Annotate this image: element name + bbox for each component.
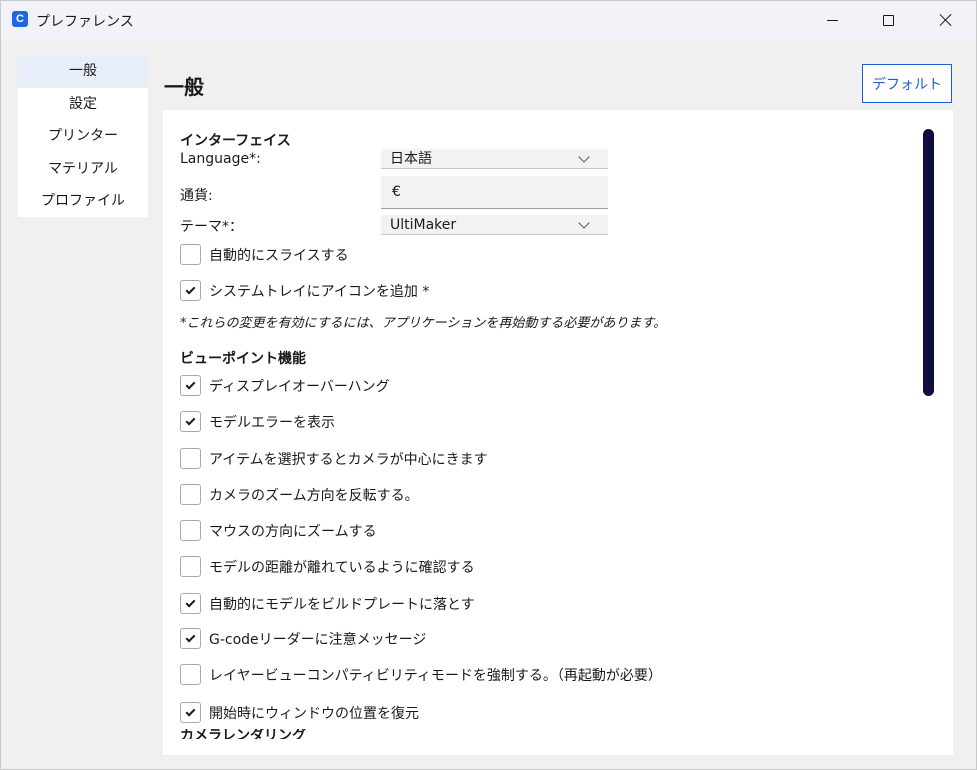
option-label: カメラのズーム方向を反転する。 <box>209 487 419 504</box>
checkbox-box <box>180 702 201 723</box>
window-title: プレファレンス <box>36 14 134 30</box>
option-label: モデルエラーを表示 <box>209 414 335 431</box>
checkbox-box <box>180 411 201 432</box>
sidebar-item-printers[interactable]: プリンター <box>18 120 148 153</box>
sidebar: 一般 設定 プリンター マテリアル プロファイル <box>18 55 148 217</box>
close-button[interactable] <box>918 1 974 39</box>
sidebar-item-general[interactable]: 一般 <box>18 55 148 88</box>
language-value: 日本語 <box>390 151 432 167</box>
checkmark-icon <box>185 415 196 426</box>
checkbox-box <box>180 556 201 577</box>
option-label: G-codeリーダーに注意メッセージ <box>209 631 427 648</box>
option-label: ディスプレイオーバーハング <box>209 378 390 395</box>
maximize-button[interactable] <box>860 1 916 39</box>
checkmark-icon <box>185 706 196 717</box>
restart-note: *これらの変更を有効にするには、アプリケーションを再始動する必要があります。 <box>180 316 667 331</box>
minimize-icon <box>826 19 838 21</box>
display-overhang-checkbox[interactable]: ディスプレイオーバーハング <box>180 375 390 396</box>
theme-select[interactable]: UltiMaker <box>381 215 608 235</box>
default-button[interactable]: デフォルト <box>862 64 952 103</box>
camera-rendering-header: カメラレンダリング <box>180 729 306 739</box>
gcode-warning-checkbox[interactable]: G-codeリーダーに注意メッセージ <box>180 628 426 649</box>
chevron-down-icon <box>578 151 590 163</box>
invert-zoom-checkbox[interactable]: カメラのズーム方向を反転する。 <box>180 484 419 505</box>
checkmark-icon <box>185 632 196 643</box>
language-label: Language*: <box>180 151 261 167</box>
show-model-errors-checkbox[interactable]: モデルエラーを表示 <box>180 411 335 432</box>
zoom-to-mouse-checkbox[interactable]: マウスの方向にズームする <box>180 520 377 541</box>
checkbox-box <box>180 448 201 469</box>
language-select[interactable]: 日本語 <box>381 149 608 169</box>
layer-view-compat-checkbox[interactable]: レイヤービューコンパティビリティモードを強制する。（再起動が必要） <box>180 664 662 685</box>
checkbox-box <box>180 664 201 685</box>
title-bar: C プレファレンス <box>1 1 976 39</box>
auto-slice-label: 自動的にスライスする <box>209 247 349 264</box>
chevron-down-icon <box>578 217 590 229</box>
sidebar-item-profiles[interactable]: プロファイル <box>18 185 148 218</box>
tray-icon-label: システムトレイにアイコンを追加 * <box>209 283 430 300</box>
option-label: 開始時にウィンドウの位置を復元 <box>209 705 419 722</box>
option-label: モデルの距離が離れているように確認する <box>209 559 475 576</box>
checkbox-box <box>180 244 201 265</box>
checkmark-icon <box>185 379 196 390</box>
minimize-button[interactable] <box>804 1 860 39</box>
currency-label: 通貨: <box>180 188 213 204</box>
viewport-section-header: ビューポイント機能 <box>180 351 306 367</box>
tray-icon-checkbox[interactable]: システムトレイにアイコンを追加 * <box>180 280 429 301</box>
checkbox-box <box>180 628 201 649</box>
option-label: アイテムを選択するとカメラが中心にきます <box>209 451 488 468</box>
checkbox-box <box>180 593 201 614</box>
checkbox-box <box>180 280 201 301</box>
theme-value: UltiMaker <box>390 217 457 233</box>
drop-to-buildplate-checkbox[interactable]: 自動的にモデルをビルドプレートに落とす <box>180 593 475 614</box>
cura-app-icon: C <box>12 11 28 27</box>
auto-slice-checkbox[interactable]: 自動的にスライスする <box>180 244 349 265</box>
option-label: レイヤービューコンパティビリティモードを強制する。（再起動が必要） <box>209 667 662 684</box>
sidebar-item-settings[interactable]: 設定 <box>18 88 148 121</box>
interface-section-header: インターフェイス <box>180 133 291 149</box>
maximize-icon <box>882 14 894 26</box>
keep-models-apart-checkbox[interactable]: モデルの距離が離れているように確認する <box>180 556 475 577</box>
page-title: 一般 <box>164 75 204 99</box>
theme-label: テーマ*： <box>180 219 243 235</box>
checkmark-icon <box>185 597 196 608</box>
option-label: 自動的にモデルをビルドプレートに落とす <box>209 596 475 613</box>
close-icon <box>939 13 953 27</box>
sidebar-item-materials[interactable]: マテリアル <box>18 153 148 186</box>
currency-input[interactable]: € <box>381 176 608 209</box>
restore-window-position-checkbox[interactable]: 開始時にウィンドウの位置を復元 <box>180 702 419 723</box>
checkbox-box <box>180 520 201 541</box>
preferences-window: C プレファレンス 一般 設定 プリンター マテリアル プロファイル 一般 デフ… <box>0 0 977 770</box>
checkbox-box <box>180 375 201 396</box>
option-label: マウスの方向にズームする <box>209 523 377 540</box>
center-on-select-checkbox[interactable]: アイテムを選択するとカメラが中心にきます <box>180 448 488 469</box>
scrollbar-thumb[interactable] <box>923 129 934 396</box>
checkbox-box <box>180 484 201 505</box>
checkmark-icon <box>185 284 196 295</box>
